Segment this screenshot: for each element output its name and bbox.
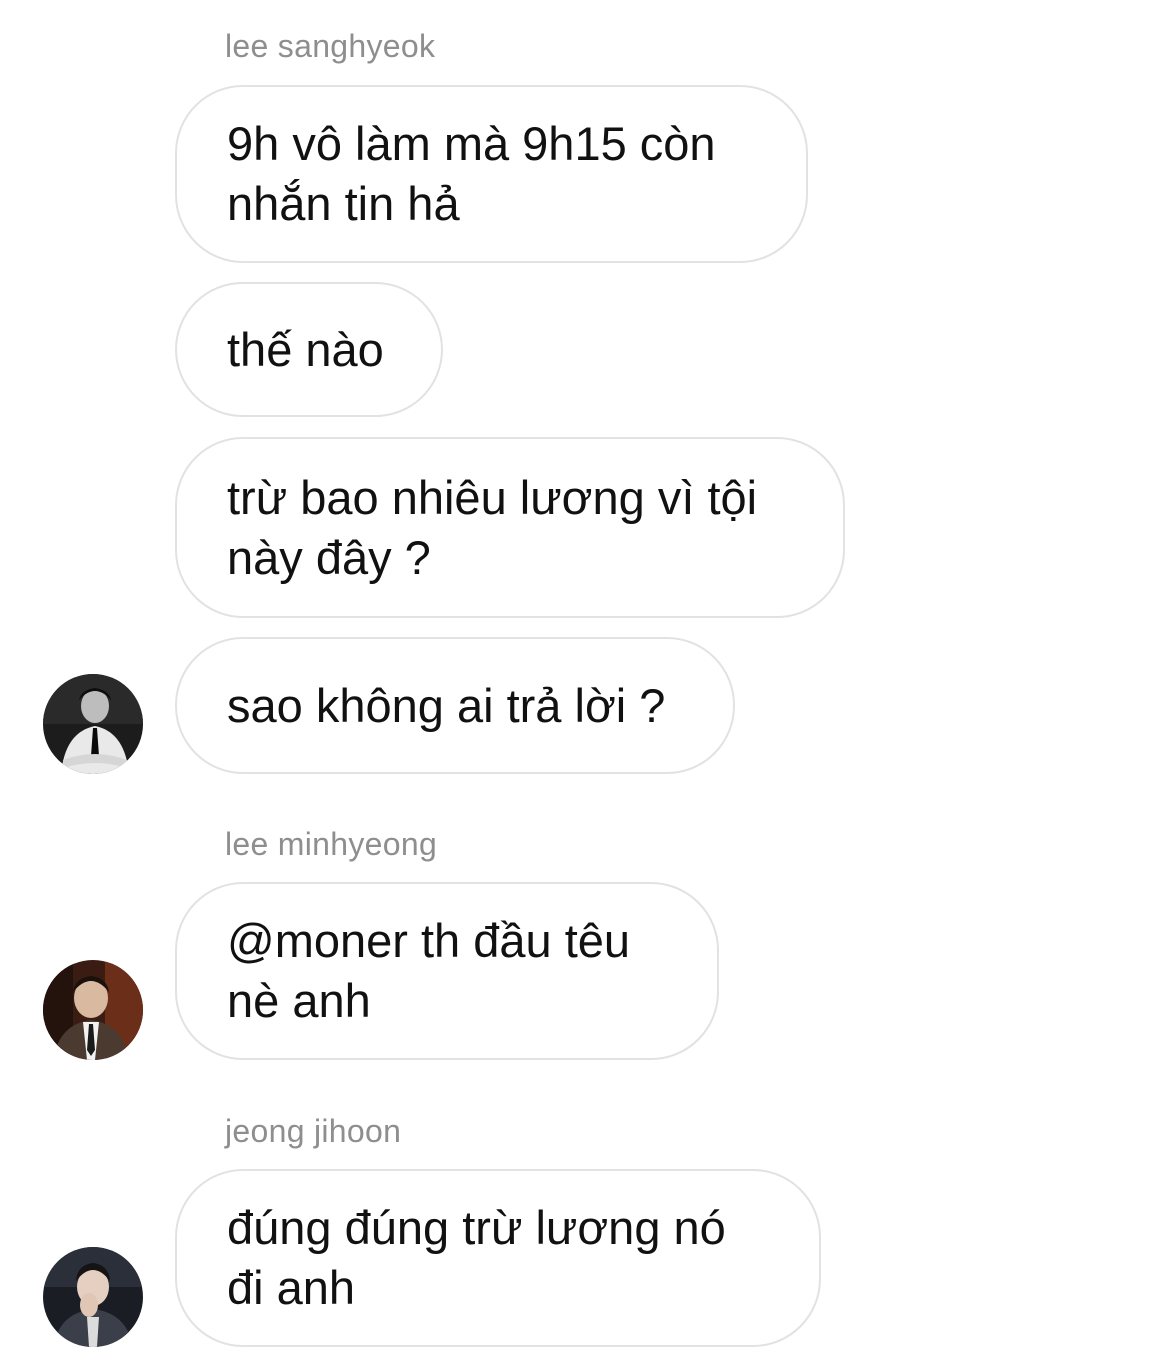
message-bubble[interactable]: @moner th đầu têu nè anh bbox=[175, 882, 719, 1060]
avatar-lee-sanghyeok-icon[interactable] bbox=[43, 674, 143, 774]
message-text: đúng đúng trừ lương nó đi anh bbox=[227, 1201, 726, 1314]
message-bubble[interactable]: đúng đúng trừ lương nó đi anh bbox=[175, 1169, 821, 1347]
message-bubble[interactable]: 9h vô làm mà 9h15 còn nhắn tin hả bbox=[175, 85, 808, 263]
sender-name: lee sanghyeok bbox=[225, 28, 436, 64]
sender-name: lee minhyeong bbox=[225, 826, 438, 862]
sender-name: jeong jihoon bbox=[225, 1113, 402, 1149]
message-bubble[interactable]: thế nào bbox=[175, 282, 443, 417]
message-text: 9h vô làm mà 9h15 còn nhắn tin hả bbox=[227, 117, 716, 230]
message-text: thế nào bbox=[227, 322, 384, 376]
avatar-jeong-jihoon-icon[interactable] bbox=[43, 1247, 143, 1347]
message-text: @moner th đầu têu nè anh bbox=[227, 914, 631, 1027]
message-text: sao không ai trả lời ? bbox=[227, 678, 666, 732]
message-bubble[interactable]: trừ bao nhiêu lương vì tội này đây ? bbox=[175, 437, 845, 618]
message-text: trừ bao nhiêu lương vì tội này đây ? bbox=[227, 470, 758, 584]
avatar-lee-minhyeong-icon[interactable] bbox=[43, 960, 143, 1060]
message-bubble[interactable]: sao không ai trả lời ? bbox=[175, 637, 735, 774]
